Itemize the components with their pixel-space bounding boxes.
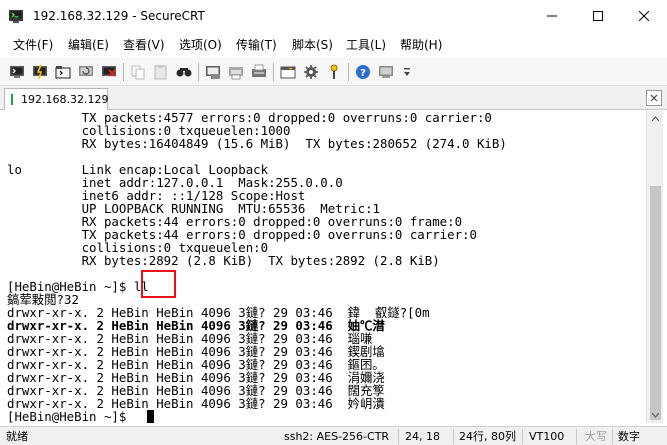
- connected-indicator-icon: [11, 94, 13, 105]
- status-separator: [522, 429, 523, 444]
- maximize-button[interactable]: [575, 0, 621, 32]
- status-protocol: ssh2: AES-256-CTR: [284, 430, 390, 443]
- menu-help[interactable]: 帮助(H): [400, 38, 442, 53]
- menu-view[interactable]: 查看(V): [123, 38, 165, 53]
- global-options-icon[interactable]: [302, 63, 320, 81]
- status-terminal-type: VT100: [529, 430, 565, 443]
- status-num-lock: 数字: [618, 430, 640, 443]
- menu-transfer[interactable]: 传输(T): [236, 38, 277, 53]
- toolbar-separator: [348, 63, 349, 81]
- session-tab-bar: 192.168.32.129: [0, 86, 667, 110]
- status-caps-lock: 大写: [585, 430, 607, 443]
- menu-file[interactable]: 文件(F): [13, 38, 53, 53]
- find-icon[interactable]: [175, 63, 193, 81]
- status-ready: 就绪: [6, 430, 28, 443]
- terminal-line: RX bytes:2892 (2.8 KiB) TX bytes:2892 (2…: [7, 253, 440, 268]
- toolbar: ?: [0, 58, 667, 86]
- menu-bar: 文件(F) 编辑(E) 查看(V) 选项(O) 传输(T) 脚本(S) 工具(L…: [0, 32, 667, 58]
- connect-in-tab-icon[interactable]: [54, 63, 72, 81]
- window-title: 192.168.32.129 - SecureCRT: [33, 9, 205, 23]
- close-tab-button[interactable]: [646, 90, 662, 106]
- session-options-icon[interactable]: [279, 63, 297, 81]
- terminal-cursor: [147, 410, 154, 423]
- toolbar-overflow-icon[interactable]: [398, 63, 416, 81]
- terminal-line: RX bytes:16404849 (15.6 MiB) TX bytes:28…: [7, 136, 507, 151]
- status-separator: [398, 429, 399, 444]
- title-bar[interactable]: 192.168.32.129 - SecureCRT: [0, 0, 667, 32]
- close-button[interactable]: [621, 0, 667, 32]
- status-dimensions: 24行, 80列: [459, 430, 516, 443]
- status-bar: 就绪 ssh2: AES-256-CTR 24, 18 24行, 80列 VT1…: [0, 426, 667, 445]
- keymap-icon[interactable]: [325, 63, 343, 81]
- help-icon[interactable]: ?: [354, 63, 372, 81]
- connect-icon[interactable]: [8, 63, 26, 81]
- print-setup-icon[interactable]: [204, 63, 222, 81]
- scroll-up-arrow-icon[interactable]: [647, 111, 664, 128]
- session-tab-label: 192.168.32.129: [21, 93, 109, 106]
- terminal-scrollbar[interactable]: [646, 111, 663, 423]
- menu-tools[interactable]: 工具(L): [346, 38, 386, 53]
- menu-script[interactable]: 脚本(S): [292, 38, 333, 53]
- menu-options[interactable]: 选项(O): [179, 38, 222, 53]
- print-screen-icon[interactable]: [250, 63, 268, 81]
- minimize-icon: [547, 15, 557, 17]
- status-separator: [453, 429, 454, 444]
- close-icon: [650, 94, 658, 102]
- paste-icon[interactable]: [152, 63, 170, 81]
- session-tab[interactable]: 192.168.32.129: [4, 88, 108, 110]
- close-icon: [639, 11, 649, 21]
- maximize-icon: [593, 11, 603, 21]
- terminal-output[interactable]: TX packets:4577 errors:0 dropped:0 overr…: [4, 111, 645, 423]
- print-icon[interactable]: [227, 63, 245, 81]
- toolbar-separator: [273, 63, 274, 81]
- menu-edit[interactable]: 编辑(E): [68, 38, 109, 53]
- disconnect-icon[interactable]: [100, 63, 118, 81]
- reconnect-icon[interactable]: [77, 63, 95, 81]
- status-separator: [576, 429, 577, 444]
- scroll-down-arrow-icon[interactable]: [647, 406, 664, 423]
- status-cursor-position: 24, 18: [405, 430, 440, 443]
- minimize-button[interactable]: [529, 0, 575, 32]
- quick-connect-icon[interactable]: [31, 63, 49, 81]
- toolbar-separator: [198, 63, 199, 81]
- status-separator: [612, 429, 613, 444]
- copy-icon[interactable]: [129, 63, 147, 81]
- securecrt-app-icon: [9, 10, 23, 23]
- scrollbar-thumb[interactable]: [650, 186, 661, 420]
- terminal-line: [HeBin@HeBin ~]$: [7, 409, 134, 423]
- svg-text:?: ?: [360, 68, 366, 79]
- toolbar-separator: [123, 63, 124, 81]
- about-icon[interactable]: [377, 63, 395, 81]
